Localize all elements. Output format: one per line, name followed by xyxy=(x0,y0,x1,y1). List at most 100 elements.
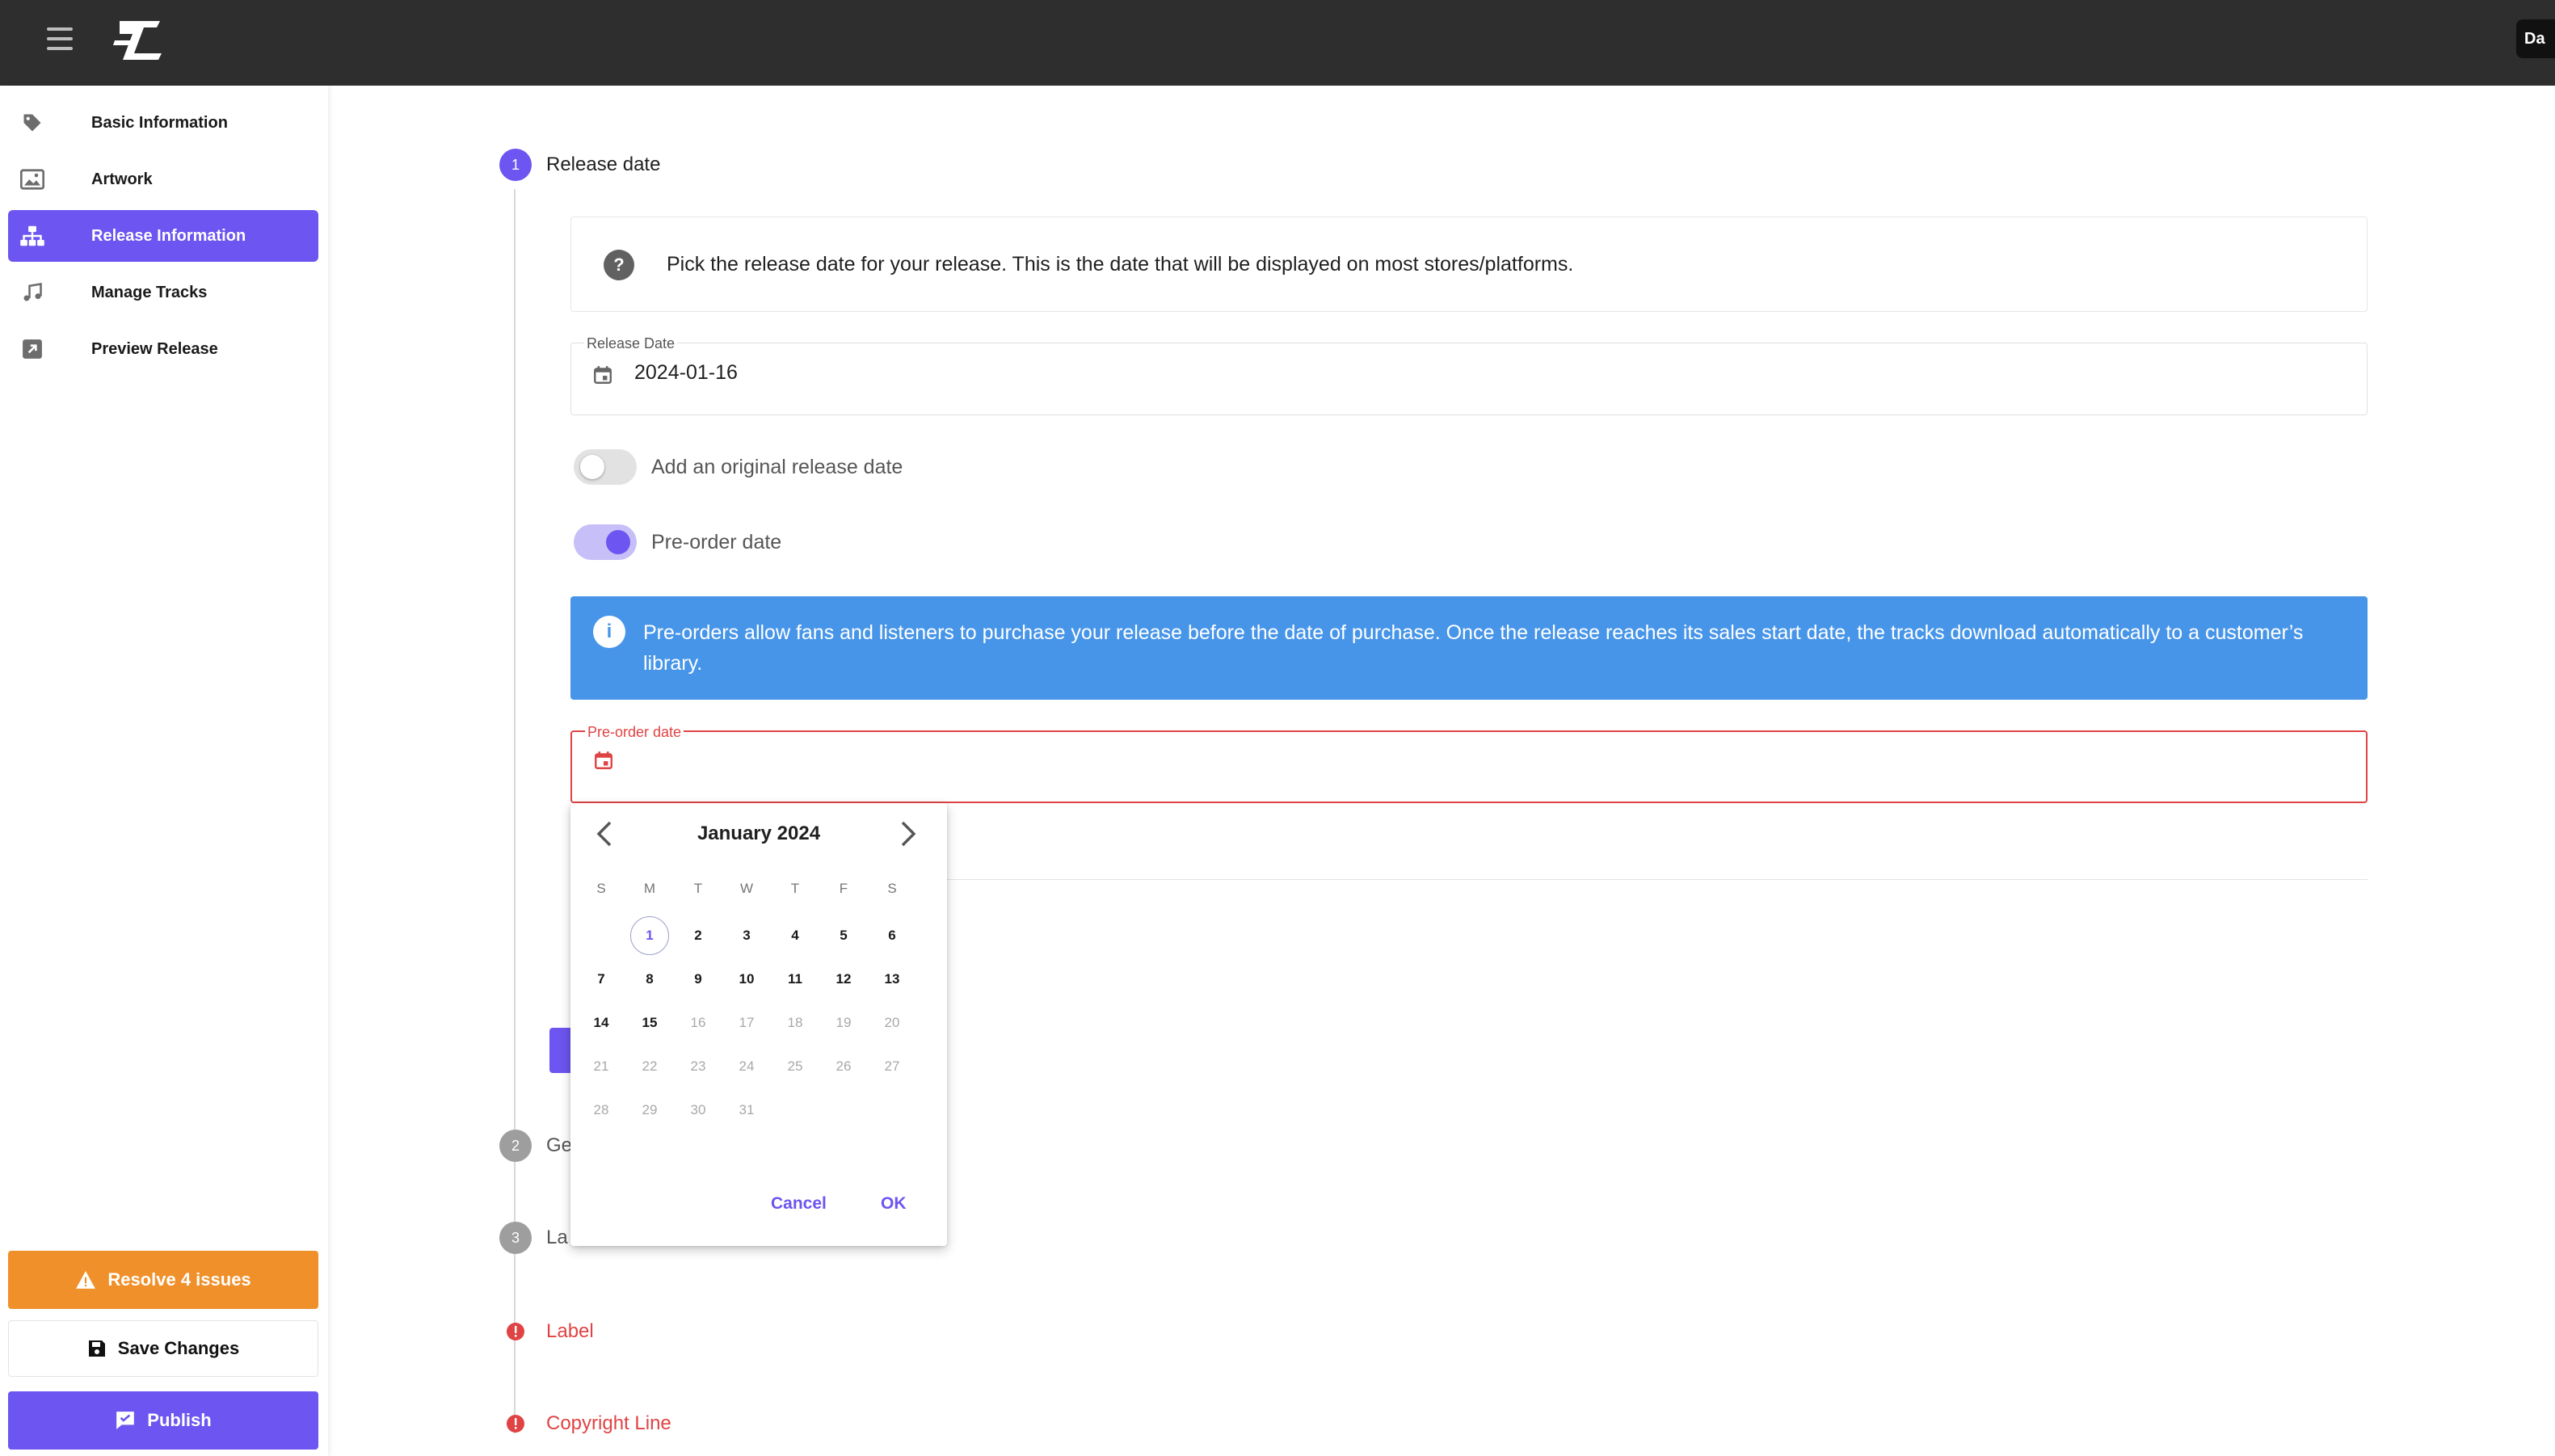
calendar-day-13[interactable]: 13 xyxy=(873,960,911,999)
original-release-toggle[interactable]: Add an original release date xyxy=(574,447,903,487)
calendar-day-10[interactable]: 10 xyxy=(727,960,766,999)
user-menu-button[interactable]: Da xyxy=(2516,19,2555,58)
calendar-day-27: 27 xyxy=(884,1058,900,1074)
sidebar-item-preview-release[interactable]: Preview Release xyxy=(8,323,318,375)
sidebar: Basic Information Artwork Release Inform… xyxy=(0,86,328,1456)
preorder-toggle-label: Pre-order date xyxy=(651,530,782,553)
calendar-day-1[interactable]: 1 xyxy=(630,916,669,955)
sidebar-item-artwork[interactable]: Artwork xyxy=(8,154,318,205)
sidebar-item-label: Release Information xyxy=(91,226,246,245)
weekday-label: F xyxy=(839,881,848,896)
next-month-button[interactable] xyxy=(889,814,928,853)
original-release-toggle-label: Add an original release date xyxy=(651,455,903,478)
step-label-title[interactable]: Label xyxy=(546,1320,594,1343)
calendar-day-21: 21 xyxy=(593,1058,609,1074)
question-icon: ? xyxy=(604,250,634,280)
calendar-day-20: 20 xyxy=(884,1015,900,1030)
step-2-title[interactable]: Ge xyxy=(546,1134,572,1157)
calendar-day-23: 23 xyxy=(690,1058,706,1074)
sidebar-item-manage-tracks[interactable]: Manage Tracks xyxy=(8,267,318,318)
save-changes-button[interactable]: Save Changes xyxy=(8,1320,318,1377)
calendar-day-17: 17 xyxy=(739,1015,755,1030)
step-3-title[interactable]: La xyxy=(546,1227,568,1249)
calendar-day-9[interactable]: 9 xyxy=(679,960,718,999)
calendar-day-28: 28 xyxy=(593,1102,609,1117)
date-picker-popup: January 2024 SMTWTFS 1 2 3 4 5 6 7 8 9 10 11 12 13 14… xyxy=(570,803,947,1246)
step-copyright-line-title[interactable]: Copyright Line xyxy=(546,1412,671,1435)
calendar-day-12[interactable]: 12 xyxy=(824,960,863,999)
step-1-title[interactable]: Release date xyxy=(546,154,660,176)
release-date-label: Release Date xyxy=(584,335,678,352)
step-number: 3 xyxy=(511,1229,520,1246)
resolve-issues-label: Resolve 4 issues xyxy=(107,1269,251,1290)
calendar-icon xyxy=(594,366,612,384)
preorder-date-field[interactable]: Pre-order date xyxy=(570,724,2368,803)
calendar-day-7[interactable]: 7 xyxy=(582,960,621,999)
info-icon: i xyxy=(593,616,625,648)
save-icon xyxy=(88,1340,105,1357)
error-icon xyxy=(499,1315,532,1348)
toggle-switch[interactable] xyxy=(574,449,637,485)
step-number: 1 xyxy=(511,156,520,173)
sidebar-item-release-information[interactable]: Release Information xyxy=(8,210,318,262)
calendar-day-19: 19 xyxy=(836,1015,852,1030)
publish-button[interactable]: Publish xyxy=(8,1391,318,1450)
calendar-day-22: 22 xyxy=(642,1058,658,1074)
publish-label: Publish xyxy=(147,1410,212,1430)
calendar-day-26: 26 xyxy=(836,1058,852,1074)
release-date-field[interactable]: Release Date xyxy=(570,335,2368,415)
sidebar-item-label: Preview Release xyxy=(91,339,218,358)
section-divider xyxy=(945,879,2368,880)
calendar-day-30: 30 xyxy=(690,1102,706,1117)
calendar-day-14[interactable]: 14 xyxy=(582,1004,621,1042)
preorder-toggle[interactable]: Pre-order date xyxy=(574,522,781,562)
calendar-day-16: 16 xyxy=(690,1015,706,1030)
tag-icon xyxy=(19,110,45,136)
resolve-issues-button[interactable]: Resolve 4 issues xyxy=(8,1251,318,1309)
sidebar-item-label: Artwork xyxy=(91,170,153,188)
ok-button[interactable]: OK xyxy=(881,1194,907,1214)
calendar-day-11[interactable]: 11 xyxy=(776,960,814,999)
weekday-label: M xyxy=(643,881,656,896)
calendar-day-8[interactable]: 8 xyxy=(630,960,669,999)
warning-icon xyxy=(76,1271,96,1289)
publish-icon xyxy=(116,1412,135,1429)
preorder-date-input[interactable] xyxy=(635,742,1362,774)
calendar-day-31: 31 xyxy=(739,1102,755,1117)
sitemap-icon xyxy=(19,223,45,249)
calendar-icon xyxy=(595,751,612,769)
music-note-icon xyxy=(19,280,45,305)
weekday-label: S xyxy=(887,881,897,896)
calendar-day-6[interactable]: 6 xyxy=(873,916,911,955)
image-icon xyxy=(19,166,45,192)
calendar-day-25: 25 xyxy=(787,1058,803,1074)
calendar-day-4[interactable]: 4 xyxy=(776,916,814,955)
sidebar-item-label: Manage Tracks xyxy=(91,283,208,301)
step-2-indicator[interactable]: 2 xyxy=(499,1130,532,1162)
calendar-day-18: 18 xyxy=(787,1015,803,1030)
step-3-indicator[interactable]: 3 xyxy=(499,1222,532,1254)
user-chip-label: Da xyxy=(2524,29,2545,48)
calendar-day-2[interactable]: 2 xyxy=(679,916,718,955)
toggle-switch[interactable] xyxy=(574,524,637,560)
preorder-info-banner: i Pre-orders allow fans and listeners to… xyxy=(570,596,2368,700)
sidebar-item-label: Basic Information xyxy=(91,113,228,132)
weekday-label: S xyxy=(596,881,606,896)
sidebar-item-basic-information[interactable]: Basic Information xyxy=(8,97,318,149)
step-1-indicator[interactable]: 1 xyxy=(499,149,532,181)
calendar-day-15[interactable]: 15 xyxy=(630,1004,669,1042)
preorder-date-label: Pre-order date xyxy=(585,724,684,741)
calendar-day-3[interactable]: 3 xyxy=(727,916,766,955)
top-app-bar: Da xyxy=(0,0,2555,86)
external-link-icon xyxy=(19,336,45,362)
chevron-right-icon xyxy=(901,821,916,847)
help-text: Pick the release date for your release. … xyxy=(667,253,1574,276)
weekday-label: T xyxy=(790,881,800,896)
cancel-button[interactable]: Cancel xyxy=(771,1194,827,1214)
release-date-input[interactable] xyxy=(634,356,1362,389)
release-date-help-box: ? Pick the release date for your release… xyxy=(570,217,2368,312)
calendar-day-5[interactable]: 5 xyxy=(824,916,863,955)
label-logo-icon[interactable] xyxy=(112,16,165,61)
hamburger-menu-icon[interactable] xyxy=(47,27,73,50)
weekday-label: T xyxy=(693,881,703,896)
